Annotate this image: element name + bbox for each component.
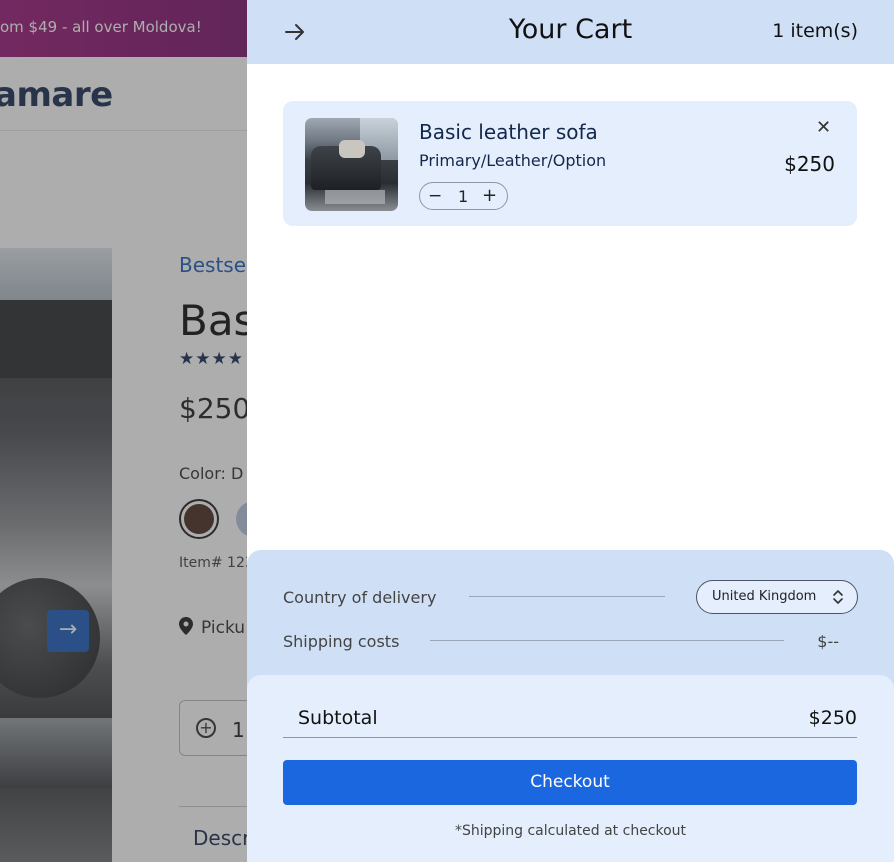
shipping-label: Shipping costs: [283, 632, 400, 651]
item-variant: Primary/Leather/Option: [419, 151, 607, 170]
product-thumbnail[interactable]: [305, 118, 398, 211]
thumb-table: [325, 190, 385, 204]
divider-line: [469, 596, 665, 597]
chevron-updown-icon: [833, 590, 843, 604]
close-icon[interactable]: ✕: [816, 117, 831, 138]
cart-item: Basic leather sofa Primary/Leather/Optio…: [283, 101, 857, 226]
delivery-label: Country of delivery: [283, 588, 437, 607]
shipping-note: *Shipping calculated at checkout: [454, 823, 687, 839]
quantity-value: 1: [458, 187, 469, 206]
country-select[interactable]: United Kingdom: [696, 580, 858, 614]
item-price: $250: [784, 152, 835, 176]
checkout-button[interactable]: Checkout: [283, 760, 857, 805]
shipping-value: $--: [817, 632, 839, 651]
item-count: 1 item(s): [772, 20, 858, 42]
thumb-cushion: [339, 140, 365, 158]
cart-header: Your Cart 1 item(s): [247, 0, 894, 64]
increase-button[interactable]: +: [482, 185, 497, 206]
divider-line: [430, 640, 784, 641]
subtotal-value: $250: [808, 707, 857, 729]
quantity-stepper: − 1 +: [419, 182, 508, 210]
country-value: United Kingdom: [712, 589, 817, 604]
decrease-button[interactable]: −: [428, 186, 442, 206]
divider: [283, 737, 857, 738]
checkout-panel: Subtotal $250 Checkout *Shipping calcula…: [247, 675, 894, 862]
subtotal-label: Subtotal: [298, 707, 378, 729]
cart-drawer: Your Cart 1 item(s) Basic leather sofa P…: [247, 0, 894, 862]
item-name[interactable]: Basic leather sofa: [419, 120, 598, 144]
